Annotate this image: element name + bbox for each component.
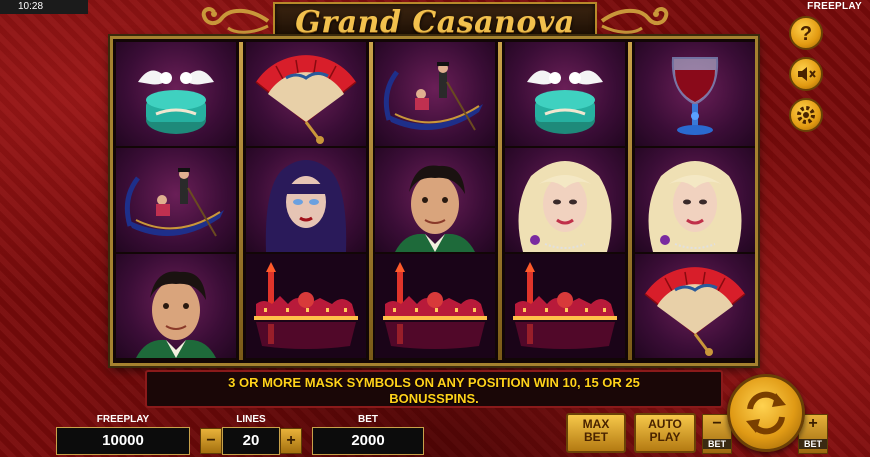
reel-divider	[369, 42, 373, 360]
reel-5	[635, 42, 755, 360]
auto-play-label-2: PLAY	[649, 430, 681, 444]
symbol-blonde-woman	[505, 148, 625, 252]
freeplay-label: FREEPLAY	[96, 414, 150, 425]
help-icon: ?	[800, 23, 812, 45]
sound-mute-icon	[798, 67, 816, 81]
dove-box-icon	[138, 70, 214, 134]
settings-icon	[797, 106, 815, 124]
symbol-dove-box	[116, 42, 236, 146]
symbol-venice-skyline	[505, 254, 625, 358]
clock: 10:28	[0, 0, 88, 14]
reel-divider	[498, 42, 502, 360]
dark-woman-icon	[265, 160, 347, 252]
fan-icon	[255, 55, 357, 144]
symbol-man	[375, 148, 495, 252]
dove-box-icon	[527, 70, 603, 134]
info-text-line2: BONUSSPINS.	[389, 391, 479, 406]
symbol-dove-box	[505, 42, 625, 146]
game-title: Grand Casanova	[295, 5, 575, 40]
mode-label: FREEPLAY	[807, 1, 862, 12]
max-bet-label-2: BET	[584, 430, 608, 444]
symbol-wine-glass	[635, 42, 755, 146]
info-banner: 3 OR MORE MASK SYMBOLS ON ANY POSITION W…	[145, 370, 723, 408]
symbol-blonde-woman	[635, 148, 755, 252]
symbol-fan	[635, 254, 755, 358]
man-icon	[136, 271, 216, 358]
reel-3	[375, 42, 495, 360]
svg-text:?: ?	[800, 23, 812, 45]
reel-divider	[239, 42, 243, 360]
symbol-fan	[246, 42, 366, 146]
spin-button[interactable]	[727, 374, 805, 452]
blonde-woman-icon	[648, 161, 742, 252]
spin-arrows-icon	[746, 391, 786, 435]
symbol-gondola	[116, 148, 236, 252]
lines-increase-button[interactable]: +	[280, 428, 302, 454]
info-text-line1: 3 OR MORE MASK SYMBOLS ON ANY POSITION W…	[228, 375, 640, 390]
help-button[interactable]: ?	[789, 16, 823, 50]
ornament-left-icon	[201, 7, 270, 34]
bet-decrease-label: BET	[703, 439, 731, 449]
blonde-woman-icon	[518, 161, 612, 252]
reel-2	[246, 42, 366, 360]
man-icon	[395, 165, 475, 252]
freeplay-balance: 10000	[56, 427, 190, 455]
title-plaque: Grand Casanova	[273, 2, 597, 40]
bet-increase-label: BET	[799, 439, 827, 449]
wine-glass-icon	[671, 57, 719, 135]
reel-divider	[628, 42, 632, 360]
fan-icon	[644, 267, 746, 356]
symbol-dark-woman	[246, 148, 366, 252]
lines-label: LINES	[236, 414, 266, 425]
gondola-icon	[383, 62, 483, 131]
reel-1	[116, 42, 236, 360]
settings-button[interactable]	[789, 98, 823, 132]
symbol-venice-skyline	[375, 254, 495, 358]
max-bet-button[interactable]: MAX BET	[566, 413, 626, 453]
venice-skyline-icon	[505, 254, 625, 358]
bet-label: BET	[358, 414, 378, 425]
lines-decrease-button[interactable]: −	[200, 428, 222, 454]
symbol-venice-skyline	[246, 254, 366, 358]
sound-button[interactable]	[789, 57, 823, 91]
gondola-icon	[124, 168, 224, 237]
venice-skyline-icon	[375, 254, 495, 358]
symbol-man	[116, 254, 236, 358]
ornament-right-icon	[600, 7, 669, 34]
bet-value: 2000	[312, 427, 424, 455]
reel-4	[505, 42, 625, 360]
reel-grid	[110, 36, 758, 366]
auto-play-button[interactable]: AUTO PLAY	[634, 413, 696, 453]
symbol-gondola	[375, 42, 495, 146]
lines-value: 20	[222, 427, 280, 455]
venice-skyline-icon	[246, 254, 366, 358]
